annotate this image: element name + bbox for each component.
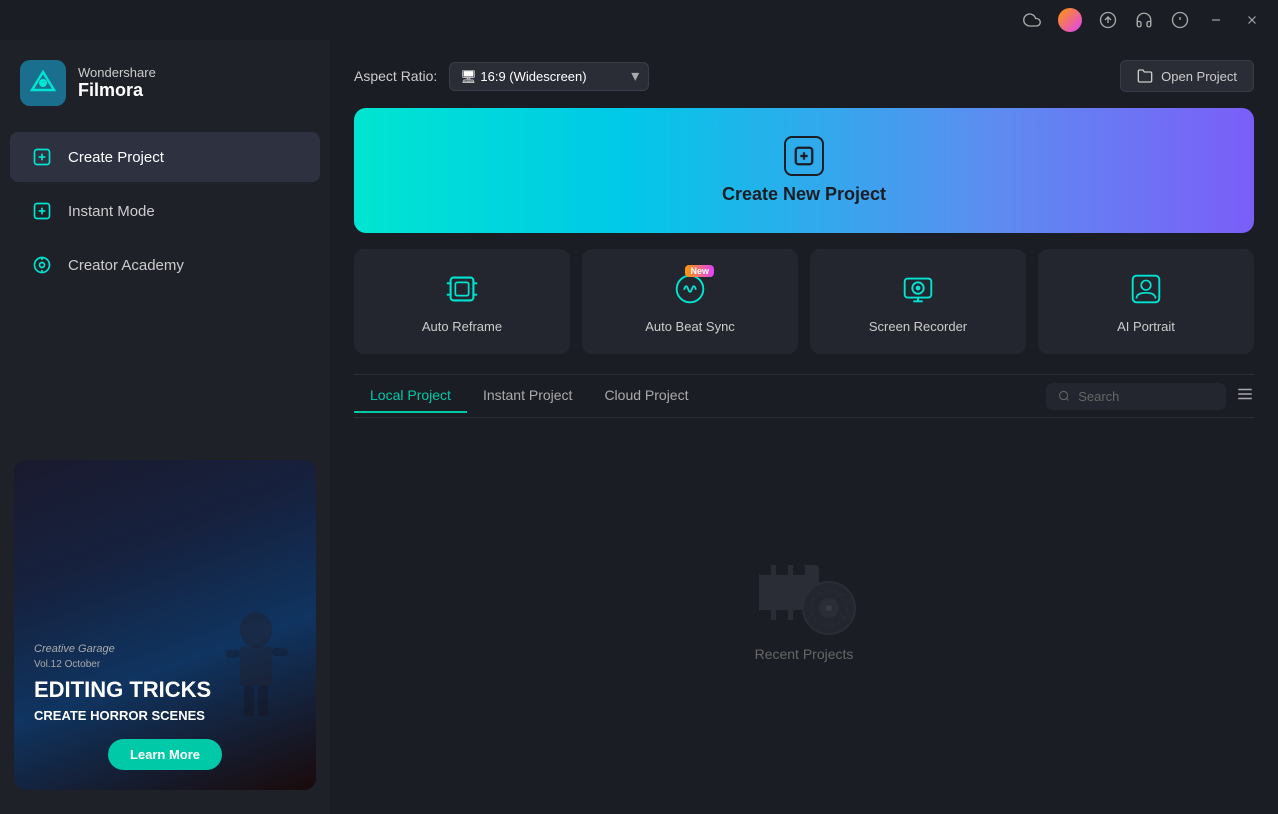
ai-portrait-icon bbox=[1126, 269, 1166, 309]
instant-mode-icon bbox=[30, 199, 54, 223]
create-banner-label: Create New Project bbox=[722, 184, 886, 205]
create-project-icon bbox=[30, 145, 54, 169]
tab-cloud-project[interactable]: Cloud Project bbox=[588, 379, 704, 413]
open-project-label: Open Project bbox=[1161, 69, 1237, 84]
promo-vol: Vol.12 October bbox=[34, 659, 296, 670]
feature-card-auto-reframe[interactable]: Auto Reframe bbox=[354, 249, 570, 354]
search-icon bbox=[1058, 389, 1070, 403]
app-logo bbox=[20, 60, 66, 106]
promo-learn-more-button[interactable]: Learn More bbox=[108, 739, 222, 770]
search-input[interactable] bbox=[1078, 389, 1214, 404]
main-content: Aspect Ratio: 🖥 16:9 (Widescreen) 4:3 1:… bbox=[330, 40, 1278, 814]
creator-academy-icon bbox=[30, 253, 54, 277]
new-badge: New bbox=[685, 265, 714, 277]
promo-desc: CREATE HORROR SCENES bbox=[34, 708, 296, 723]
info-icon[interactable] bbox=[1170, 10, 1190, 30]
auto-beat-sync-label: Auto Beat Sync bbox=[645, 319, 735, 334]
promo-title: EDITING TRICKS bbox=[34, 678, 296, 702]
headphones-icon[interactable] bbox=[1134, 10, 1154, 30]
sidebar-item-creator-academy[interactable]: Creator Academy bbox=[10, 240, 320, 290]
ai-portrait-icon-wrap bbox=[1126, 269, 1166, 309]
auto-reframe-icon bbox=[442, 269, 482, 309]
title-bar bbox=[0, 0, 1278, 40]
feature-cards: Auto Reframe New Auto Beat Sync bbox=[354, 249, 1254, 354]
tab-instant-project[interactable]: Instant Project bbox=[467, 379, 589, 413]
list-view-toggle[interactable] bbox=[1236, 385, 1254, 408]
film-icon-wrap bbox=[754, 550, 854, 630]
sidebar-item-create-project[interactable]: Create Project bbox=[10, 132, 320, 182]
aspect-ratio-select-wrap: 🖥 16:9 (Widescreen) 4:3 1:1 9:16 bbox=[449, 62, 649, 91]
open-project-button[interactable]: Open Project bbox=[1120, 60, 1254, 92]
create-banner-icon bbox=[784, 136, 824, 176]
feature-card-auto-beat-sync[interactable]: New Auto Beat Sync bbox=[582, 249, 798, 354]
content-header: Aspect Ratio: 🖥 16:9 (Widescreen) 4:3 1:… bbox=[354, 60, 1254, 92]
auto-beat-sync-icon-wrap: New bbox=[670, 269, 710, 309]
auto-reframe-icon-wrap bbox=[442, 269, 482, 309]
logo-text: Wondershare Filmora bbox=[78, 65, 156, 101]
cloud-icon[interactable] bbox=[1022, 10, 1042, 30]
tabs-actions bbox=[1046, 383, 1254, 410]
minimize-button[interactable] bbox=[1206, 10, 1226, 30]
create-new-project-banner[interactable]: Create New Project bbox=[354, 108, 1254, 233]
sidebar-item-label: Creator Academy bbox=[68, 257, 184, 274]
promo-subtitle: Creative Garage bbox=[34, 643, 296, 655]
tab-local-project[interactable]: Local Project bbox=[354, 379, 467, 413]
empty-state: Recent Projects bbox=[354, 418, 1254, 794]
logo-brand: Wondershare bbox=[78, 65, 156, 80]
sidebar-item-instant-mode[interactable]: Instant Mode bbox=[10, 186, 320, 236]
feature-card-ai-portrait[interactable]: AI Portrait bbox=[1038, 249, 1254, 354]
screen-recorder-label: Screen Recorder bbox=[869, 319, 967, 334]
sidebar-item-label: Create Project bbox=[68, 149, 164, 166]
user-avatar[interactable] bbox=[1058, 8, 1082, 32]
auto-reframe-label: Auto Reframe bbox=[422, 319, 502, 334]
upload-icon[interactable] bbox=[1098, 10, 1118, 30]
screen-recorder-icon bbox=[898, 269, 938, 309]
projects-area: Local Project Instant Project Cloud Proj… bbox=[354, 374, 1254, 794]
search-box bbox=[1046, 383, 1226, 410]
aspect-ratio-row: Aspect Ratio: 🖥 16:9 (Widescreen) 4:3 1:… bbox=[354, 62, 649, 91]
tabs-row: Local Project Instant Project Cloud Proj… bbox=[354, 379, 704, 413]
feature-card-screen-recorder[interactable]: Screen Recorder bbox=[810, 249, 1026, 354]
promo-card[interactable]: Creative Garage Vol.12 October EDITING T… bbox=[14, 460, 316, 790]
screen-recorder-icon-wrap bbox=[898, 269, 938, 309]
logo-area: Wondershare Filmora bbox=[0, 50, 330, 130]
logo-product: Filmora bbox=[78, 80, 156, 101]
sidebar: Wondershare Filmora Create Project bbox=[0, 40, 330, 814]
ai-portrait-label: AI Portrait bbox=[1117, 319, 1175, 334]
recent-projects-label: Recent Projects bbox=[755, 646, 854, 662]
aspect-ratio-select[interactable]: 🖥 16:9 (Widescreen) 4:3 1:1 9:16 bbox=[449, 62, 649, 91]
close-button[interactable] bbox=[1242, 10, 1262, 30]
aspect-ratio-label: Aspect Ratio: bbox=[354, 68, 437, 84]
sidebar-item-label: Instant Mode bbox=[68, 203, 155, 220]
